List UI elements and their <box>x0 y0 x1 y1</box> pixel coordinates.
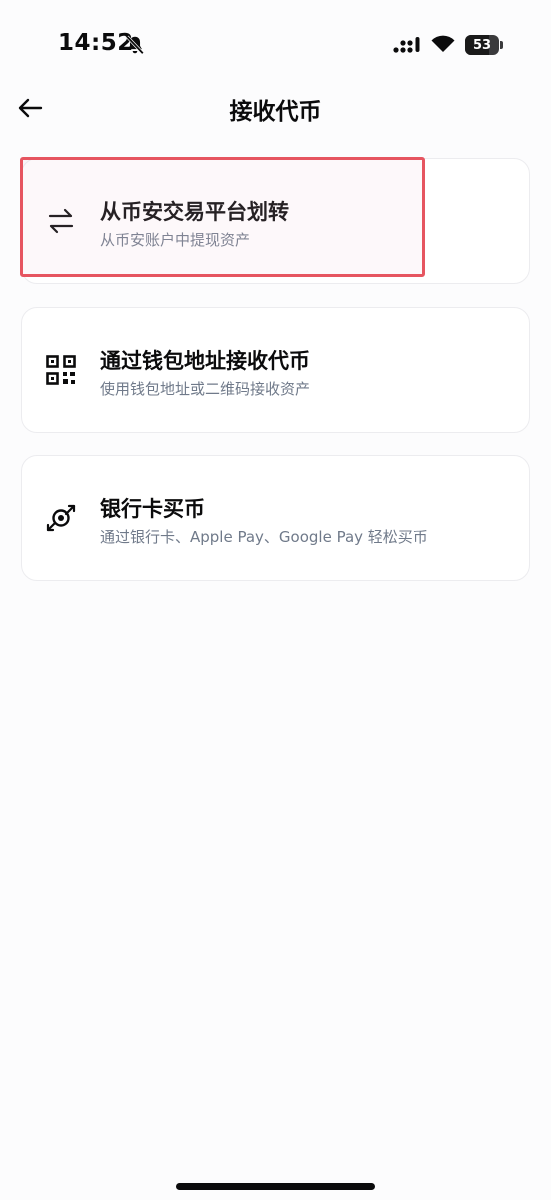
swap-arrows-icon <box>46 206 76 236</box>
option-title: 通过钱包地址接收代币 <box>100 349 310 373</box>
wifi-icon <box>431 35 455 52</box>
option-subtitle: 从币安账户中提现资产 <box>100 231 251 249</box>
battery-cap <box>500 41 503 49</box>
status-bar: 14:52 53 <box>0 0 551 90</box>
home-indicator[interactable] <box>176 1183 375 1190</box>
bell-slash-icon <box>126 35 144 55</box>
buy-crypto-icon <box>46 503 76 533</box>
option-subtitle: 使用钱包地址或二维码接收资产 <box>100 380 311 398</box>
option-subtitle: 通过银行卡、Apple Pay、Google Pay 轻松买币 <box>100 528 428 546</box>
page-title: 接收代币 <box>229 99 322 125</box>
option-transfer-from-exchange[interactable]: 从币安交易平台划转 从币安账户中提现资产 <box>21 158 530 284</box>
option-receive-via-wallet-address[interactable]: 通过钱包地址接收代币 使用钱包地址或二维码接收资产 <box>21 307 530 433</box>
battery-level: 53 <box>472 37 492 53</box>
header: 接收代币 <box>0 82 551 132</box>
option-buy-with-card[interactable]: 银行卡买币 通过银行卡、Apple Pay、Google Pay 轻松买币 <box>21 455 530 581</box>
signal-icon <box>393 37 420 53</box>
option-title: 银行卡买币 <box>100 497 205 521</box>
status-time: 14:52 <box>58 30 134 56</box>
option-title: 从币安交易平台划转 <box>100 200 289 224</box>
qr-code-icon <box>46 355 76 385</box>
battery-icon: 53 <box>465 35 499 55</box>
